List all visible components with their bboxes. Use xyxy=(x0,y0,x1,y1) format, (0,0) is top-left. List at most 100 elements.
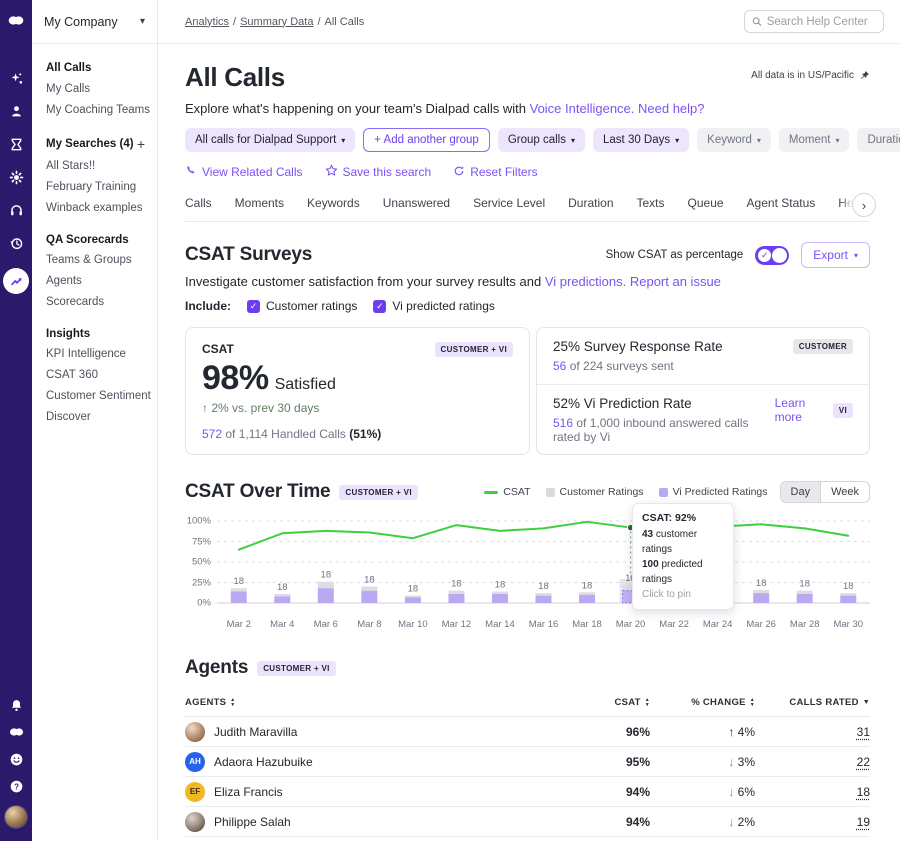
calls-cell: 22 xyxy=(755,755,870,769)
view-related-calls-action[interactable]: View Related Calls xyxy=(185,164,303,180)
calls-rated-link[interactable]: 22 xyxy=(857,755,870,769)
tab-queue[interactable]: Queue xyxy=(688,196,724,221)
filter-chip-duration[interactable]: Duration▾ xyxy=(857,128,900,152)
pin-icon[interactable] xyxy=(859,70,870,81)
save-this-search-action[interactable]: Save this search xyxy=(325,164,432,180)
chart-svg[interactable]: 18Mar 218Mar 418Mar 618Mar 818Mar 1018Ma… xyxy=(217,515,870,631)
learn-more-link[interactable]: Learn more xyxy=(775,396,824,424)
sidebar-item-all-stars-[interactable]: All Stars!! xyxy=(46,156,157,177)
sidebar-item-agents[interactable]: Agents xyxy=(46,271,157,292)
tab-texts[interactable]: Texts xyxy=(637,196,665,221)
reset-filters-action[interactable]: Reset Filters xyxy=(453,164,537,180)
breadcrumb-1[interactable]: Analytics xyxy=(185,16,229,28)
legend-customer-ratings: Customer Ratings xyxy=(546,486,644,498)
sidebar-item-my-calls[interactable]: My Calls xyxy=(46,79,157,100)
breadcrumb-2[interactable]: Summary Data xyxy=(240,16,313,28)
ai-sparkle-icon[interactable] xyxy=(8,70,24,86)
chart-tooltip[interactable]: CSAT: 92% 43 customer ratings 100 predic… xyxy=(632,503,734,610)
tab-unanswered[interactable]: Unanswered xyxy=(383,196,450,221)
filter-chip-group-calls[interactable]: Group calls▾ xyxy=(498,128,585,152)
tab-keywords[interactable]: Keywords xyxy=(307,196,360,221)
sidebar-item-teams-groups[interactable]: Teams & Groups xyxy=(46,250,157,271)
vi-rated-link[interactable]: 516 xyxy=(553,416,573,430)
column-header-calls-rated[interactable]: CALLS RATED▼ xyxy=(755,697,870,708)
change-cell: ↓ 2% xyxy=(650,815,755,829)
toggle-day[interactable]: Day xyxy=(781,482,821,502)
agent-cell[interactable]: Philippe Salah xyxy=(185,812,560,832)
call-history-icon[interactable] xyxy=(8,235,24,251)
sidebar-item-discover[interactable]: Discover xyxy=(46,407,157,428)
sidebar-item-scorecards[interactable]: Scorecards xyxy=(46,292,157,313)
contacts-icon[interactable] xyxy=(8,103,24,119)
tab-duration[interactable]: Duration xyxy=(568,196,613,221)
sidebar-item-february-training[interactable]: February Training xyxy=(46,177,157,198)
action-label: View Related Calls xyxy=(202,165,303,179)
notification-bell-icon[interactable] xyxy=(8,697,24,713)
calls-cell: 18 xyxy=(755,785,870,799)
tabs-overflow-button[interactable]: › xyxy=(852,193,876,217)
calls-rated-link[interactable]: 19 xyxy=(857,815,870,829)
sidebar-item-winback-examples[interactable]: Winback examples xyxy=(46,198,157,219)
help-search[interactable] xyxy=(744,10,884,33)
filter-chip-all-calls-for-dialpad-support[interactable]: All calls for Dialpad Support▾ xyxy=(185,128,355,152)
sidebar-item-my-coaching-teams[interactable]: My Coaching Teams xyxy=(46,100,157,121)
calls-rated-link[interactable]: 18 xyxy=(857,785,870,799)
svg-text:Mar 26: Mar 26 xyxy=(746,619,776,630)
settings-gear-icon[interactable] xyxy=(8,169,24,185)
filter-chip-moment[interactable]: Moment▾ xyxy=(779,128,850,152)
tab-calls[interactable]: Calls xyxy=(185,196,212,221)
tab-service-level[interactable]: Service Level xyxy=(473,196,545,221)
add-search-button[interactable]: + xyxy=(137,136,145,152)
agent-cell[interactable]: AHAdaora Hazubuike xyxy=(185,752,560,772)
svg-text:18: 18 xyxy=(495,580,506,591)
svg-text:18: 18 xyxy=(321,570,332,581)
agent-name: Eliza Francis xyxy=(214,785,283,799)
svg-text:18: 18 xyxy=(799,579,810,590)
calls-rated-link[interactable]: 31 xyxy=(857,725,870,739)
sidebar-item-all-calls[interactable]: All Calls xyxy=(46,58,157,79)
filter-chip-last-30-days[interactable]: Last 30 Days▾ xyxy=(593,128,689,152)
chart-header: CSAT Over Time CUSTOMER + VI CSATCustome… xyxy=(185,481,870,503)
filter-actions: View Related Calls Save this search Reset … xyxy=(185,164,870,180)
sidebar-item-customer-sentiment[interactable]: Customer Sentiment xyxy=(46,386,157,407)
sort-desc-icon: ▼ xyxy=(863,699,870,706)
sidebar-item-csat-360[interactable]: CSAT 360 xyxy=(46,365,157,386)
agent-cell[interactable]: Judith Maravilla xyxy=(185,722,560,742)
column-header-csat[interactable]: CSAT▲▼ xyxy=(560,697,650,708)
coaching-icon[interactable] xyxy=(8,136,24,152)
sidebar-item-kpi-intelligence[interactable]: KPI Intelligence xyxy=(46,344,157,365)
surveys-link[interactable]: 56 xyxy=(553,359,566,373)
checkbox-label: Vi predicted ratings xyxy=(392,299,495,313)
checkbox-vi-predicted-ratings[interactable]: ✓Vi predicted ratings xyxy=(373,299,495,313)
phone-icon xyxy=(185,165,197,180)
svg-text:Mar 28: Mar 28 xyxy=(790,619,820,630)
help-search-input[interactable] xyxy=(767,16,876,28)
table-row: Judith Maravilla96%↑ 4%31 xyxy=(185,717,870,747)
company-switcher[interactable]: My Company ▾ xyxy=(32,0,157,44)
svg-text:18: 18 xyxy=(756,578,767,589)
tab-agent-status[interactable]: Agent Status xyxy=(747,196,816,221)
column-header--change[interactable]: % CHANGE▲▼ xyxy=(650,697,755,708)
column-header-agents[interactable]: AGENTS▲▼ xyxy=(185,697,560,708)
headset-icon[interactable] xyxy=(8,202,24,218)
vi-help-link[interactable]: Voice Intelligence. Need help? xyxy=(530,101,705,116)
svg-text:Mar 2: Mar 2 xyxy=(227,619,251,630)
filter-chip-keyword[interactable]: Keyword▾ xyxy=(697,128,771,152)
csat-percentage-toggle[interactable]: ✓ xyxy=(755,246,789,265)
checkbox-customer-ratings[interactable]: ✓Customer ratings xyxy=(247,299,357,313)
vi-predictions-link[interactable]: Vi predictions. Report an issue xyxy=(545,274,721,289)
user-avatar[interactable] xyxy=(4,805,28,829)
analytics-active-icon[interactable] xyxy=(3,268,29,294)
agent-cell[interactable]: EFEliza Francis xyxy=(185,782,560,802)
tab-moments[interactable]: Moments xyxy=(235,196,284,221)
handled-calls-link[interactable]: 572 xyxy=(202,427,222,441)
avatar xyxy=(185,722,205,742)
dialpad-mini-icon[interactable] xyxy=(8,724,24,740)
toggle-week[interactable]: Week xyxy=(820,482,869,502)
dialpad-logo-icon[interactable] xyxy=(8,12,24,28)
help-icon[interactable]: ? xyxy=(8,778,24,794)
export-button[interactable]: Export▾ xyxy=(801,242,870,268)
filter-chip--add-another-group[interactable]: + Add another group xyxy=(363,128,490,152)
feedback-smiley-icon[interactable] xyxy=(8,751,24,767)
svg-text:18: 18 xyxy=(277,582,288,593)
